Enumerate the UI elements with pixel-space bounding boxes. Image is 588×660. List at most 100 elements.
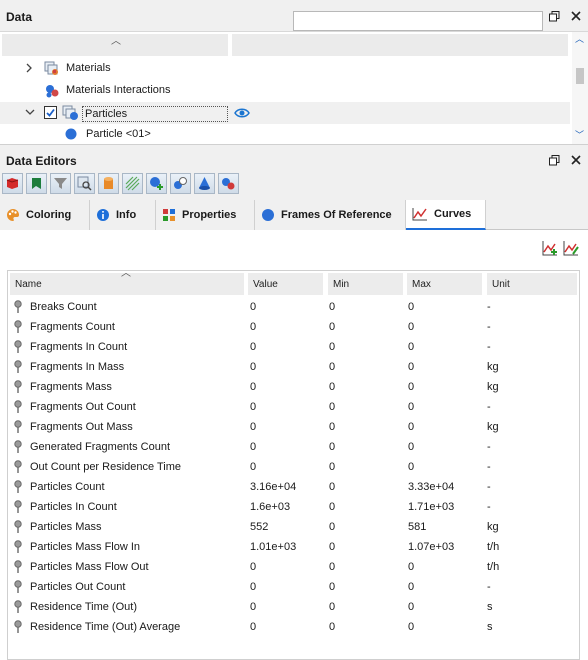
table-row[interactable]: Residence Time (Out) 0 0 0 s	[8, 598, 579, 618]
table-row[interactable]: Generated Fragments Count 0 0 0 -	[8, 438, 579, 458]
green-shape-icon	[29, 176, 44, 191]
pin-icon[interactable]	[13, 600, 23, 614]
pin-icon[interactable]	[13, 560, 23, 574]
cell-unit: s	[487, 621, 493, 633]
add-curve-icon[interactable]	[541, 239, 559, 257]
cell-name: Fragments Count	[30, 321, 115, 333]
pin-icon[interactable]	[13, 380, 23, 394]
table-row[interactable]: Fragments Count 0 0 0 -	[8, 318, 579, 338]
pin-icon[interactable]	[13, 620, 23, 634]
pin-icon[interactable]	[13, 480, 23, 494]
column-header-min[interactable]: Min	[328, 273, 403, 295]
red-cube-button[interactable]	[2, 173, 23, 194]
tree-item[interactable]: Particle <01>	[0, 124, 570, 144]
cell-name: Out Count per Residence Time	[30, 461, 182, 473]
tree-item[interactable]: Particles	[0, 102, 570, 124]
cell-unit: kg	[487, 421, 499, 433]
cell-min: 0	[329, 561, 336, 573]
cell-name: Particles Mass Flow In	[30, 541, 141, 553]
cell-min: 0	[329, 541, 336, 553]
curves-grid: Name Value Min Max Unit ︿ Breaks Count 0 0 0- Fr…	[7, 268, 580, 660]
tab-curves[interactable]: Curves	[406, 200, 486, 230]
tab-coloring[interactable]: Coloring	[0, 200, 90, 230]
cell-max: 0	[408, 621, 415, 633]
mesh-button[interactable]	[122, 173, 143, 194]
scroll-up-icon[interactable]: ︿	[575, 32, 584, 45]
tab-label: Frames Of Reference	[281, 209, 392, 221]
table-row[interactable]: Particles Mass Flow Out 0 0 0 t/h	[8, 558, 579, 578]
tree-column-header[interactable]: ︿	[2, 34, 228, 56]
sphere-icon	[261, 208, 275, 222]
tree-scrollbar[interactable]: ︿ ﹀	[572, 32, 588, 144]
cylinder-icon	[101, 176, 116, 191]
particle-pair-button[interactable]	[218, 173, 239, 194]
pin-icon[interactable]	[13, 540, 23, 554]
tree-item[interactable]: Materials	[0, 58, 570, 80]
expand-icon[interactable]	[24, 62, 34, 77]
table-row[interactable]: Fragments In Count 0 0 0 -	[8, 338, 579, 358]
table-row[interactable]: Particles Mass 552 0 581 kg	[8, 518, 579, 538]
pin-icon[interactable]	[13, 460, 23, 474]
close-icon[interactable]	[570, 10, 582, 22]
checkbox-checked[interactable]	[44, 106, 57, 119]
undock-icon[interactable]	[548, 154, 560, 166]
cell-min: 0	[329, 401, 336, 413]
edit-curve-icon[interactable]	[562, 239, 580, 257]
table-row[interactable]: Fragments In Mass 0 0 0 kg	[8, 358, 579, 378]
spheres-button[interactable]	[170, 173, 191, 194]
table-row[interactable]: Fragments Mass 0 0 0 kg	[8, 378, 579, 398]
pin-icon[interactable]	[13, 520, 23, 534]
undock-icon[interactable]	[548, 10, 560, 22]
cell-min: 0	[329, 481, 336, 493]
pin-icon[interactable]	[13, 420, 23, 434]
data-search-input[interactable]	[293, 11, 543, 31]
pin-icon[interactable]	[13, 580, 23, 594]
table-row[interactable]: Particles Mass Flow In 1.01e+03 0 1.07e+03 t…	[8, 538, 579, 558]
cell-unit: -	[487, 401, 491, 413]
cell-name: Particles Mass Flow Out	[30, 561, 149, 573]
tree-item[interactable]: Materials Interactions	[0, 80, 570, 102]
scroll-thumb[interactable]	[576, 68, 584, 84]
tree-column-header-2[interactable]	[232, 34, 568, 56]
table-row[interactable]: Breaks Count 0 0 0 -	[8, 298, 579, 318]
pin-icon[interactable]	[13, 340, 23, 354]
pin-icon[interactable]	[13, 400, 23, 414]
add-sphere-button[interactable]	[146, 173, 167, 194]
cell-value: 1.01e+03	[250, 541, 297, 553]
tree-item-label: Materials Interactions	[66, 84, 171, 96]
column-header-max[interactable]: Max	[407, 273, 482, 295]
green-shape-button[interactable]	[26, 173, 47, 194]
cone-button[interactable]	[194, 173, 215, 194]
pin-icon[interactable]	[13, 320, 23, 334]
column-header-unit[interactable]: Unit	[487, 273, 577, 295]
cell-min: 0	[329, 341, 336, 353]
pin-icon[interactable]	[13, 440, 23, 454]
column-header-value[interactable]: Value	[248, 273, 323, 295]
cylinder-button[interactable]	[98, 173, 119, 194]
tab-properties[interactable]: Properties	[156, 200, 255, 230]
pin-icon[interactable]	[13, 360, 23, 374]
column-header-label: Max	[412, 278, 431, 290]
tab-info[interactable]: Info	[90, 200, 156, 230]
table-row[interactable]: Out Count per Residence Time 0 0 0 -	[8, 458, 579, 478]
eye-icon[interactable]	[234, 107, 250, 122]
funnel-button[interactable]	[50, 173, 71, 194]
cell-name: Generated Fragments Count	[30, 441, 171, 453]
search-grid-button[interactable]	[74, 173, 95, 194]
pin-icon[interactable]	[13, 300, 23, 314]
cell-unit: kg	[487, 361, 499, 373]
cell-value: 0	[250, 581, 257, 593]
close-icon[interactable]	[570, 154, 582, 166]
pin-icon[interactable]	[13, 500, 23, 514]
tab-frames-of-reference[interactable]: Frames Of Reference	[255, 200, 406, 230]
table-row[interactable]: Particles In Count 1.6e+03 0 1.71e+03 -	[8, 498, 579, 518]
table-row[interactable]: Particles Count 3.16e+04 0 3.33e+04 -	[8, 478, 579, 498]
search-grid-icon	[77, 176, 92, 191]
collapse-icon[interactable]	[24, 107, 36, 120]
table-row[interactable]: Residence Time (Out) Average 0 0 0 s	[8, 618, 579, 638]
table-row[interactable]: Fragments Out Count 0 0 0 -	[8, 398, 579, 418]
sort-up-icon: ︿	[121, 268, 131, 279]
table-row[interactable]: Fragments Out Mass 0 0 0 kg	[8, 418, 579, 438]
scroll-down-icon[interactable]: ﹀	[575, 128, 584, 141]
table-row[interactable]: Particles Out Count 0 0 0 -	[8, 578, 579, 598]
